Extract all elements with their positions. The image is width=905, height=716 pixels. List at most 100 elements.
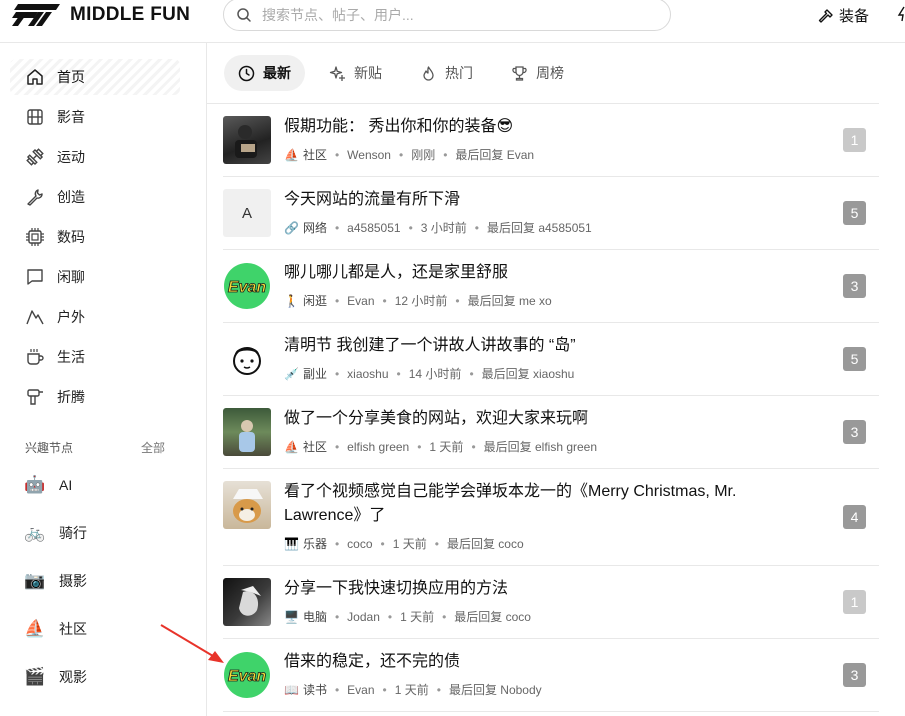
wrench-icon xyxy=(27,189,43,206)
topic-time: 1 天前 xyxy=(400,610,435,624)
avatar-photo-icon xyxy=(239,586,261,616)
topic-node[interactable]: 闲逛 xyxy=(303,292,327,309)
separator-dot: • xyxy=(334,439,340,454)
node-item-ai[interactable]: 🤖 AI xyxy=(24,470,72,500)
red-arrow-icon xyxy=(160,624,224,663)
topic-author[interactable]: Evan xyxy=(347,683,374,697)
topic-row[interactable]: 分享一下我快速切换应用的方法 🖥️ 电脑 • Jodan • 1 天前 • 最后回复 … xyxy=(223,566,879,639)
topic-row[interactable]: 清明节 我创建了一个讲故人讲故事的 “岛” 💉 副业 • xiaoshu • 14 … xyxy=(223,323,879,396)
separator-dot: • xyxy=(471,439,476,454)
topic-node[interactable]: 社区 xyxy=(303,146,327,163)
cartoon-face-icon xyxy=(233,347,261,375)
separator-dot: • xyxy=(380,536,385,551)
topic-row[interactable]: 做了一个分享美食的网站，欢迎大家来玩啊 ⛵ 社区 • elfish green • … xyxy=(223,396,879,469)
avatar[interactable] xyxy=(223,578,271,626)
tab-hot[interactable]: 热门 xyxy=(406,55,487,91)
tab-new[interactable]: 新贴 xyxy=(315,55,396,91)
sailboat-icon: ⛵ xyxy=(24,619,46,638)
avatar[interactable]: Evan xyxy=(223,651,271,699)
lightning-icon[interactable] xyxy=(897,6,905,22)
topic-author[interactable]: coco xyxy=(347,537,372,551)
topic-author[interactable]: Jodan xyxy=(347,610,380,624)
topic-time: 12 小时前 xyxy=(394,294,448,308)
topic-meta: 🎹 乐器 • coco • 1 天前 • 最后回复 coco xyxy=(284,535,524,552)
topic-time: 1 天前 xyxy=(392,537,427,551)
tab-weekly[interactable]: 周榜 xyxy=(497,55,578,91)
separator-dot: • xyxy=(408,220,413,235)
topic-time: 刚刚 xyxy=(411,148,436,162)
avatar[interactable] xyxy=(223,481,271,529)
tab-latest[interactable]: 最新 xyxy=(224,55,305,91)
separator-dot: • xyxy=(334,147,340,162)
node-item-label: AI xyxy=(59,477,73,493)
node-item-movies[interactable]: 🎬 观影 xyxy=(24,662,87,692)
topic-node[interactable]: 副业 xyxy=(303,365,327,382)
sidebar-item-home[interactable]: 首页 xyxy=(10,59,180,95)
topic-author[interactable]: xiaoshu xyxy=(347,367,388,381)
topic-row[interactable]: 假期功能： 秀出你和你的装备😎 ⛵ 社区 • Wenson • 刚刚 • 最后回复 E… xyxy=(223,104,879,177)
node-item-cycling[interactable]: 🚲 骑行 xyxy=(24,518,87,548)
avatar[interactable]: A xyxy=(223,189,271,237)
topic-row[interactable]: Evan 哪儿哪儿都是人，还是家里舒服 🚶 闲逛 • Evan • 12 小时前 • … xyxy=(223,250,879,323)
tab-label: 热门 xyxy=(445,65,473,81)
sidebar-item-film[interactable]: 影音 xyxy=(10,99,180,135)
cup-icon xyxy=(27,349,44,365)
sidebar-item-outdoor[interactable]: 户外 xyxy=(10,299,180,335)
topic-title[interactable]: 看了个视频感觉自己能学会弹坂本龙一的《Merry Christmas, Mr. … xyxy=(284,480,804,528)
topic-node[interactable]: 社区 xyxy=(303,438,327,455)
topic-author[interactable]: Wenson xyxy=(347,148,391,162)
gear-link[interactable]: 装备 xyxy=(818,5,869,26)
sidebar-item-create[interactable]: 创造 xyxy=(10,179,180,215)
separator-dot: • xyxy=(382,682,387,697)
node-item-label: 摄影 xyxy=(59,573,87,589)
avatar-photo-icon xyxy=(239,420,255,452)
topic-row[interactable]: 看了个视频感觉自己能学会弹坂本龙一的《Merry Christmas, Mr. … xyxy=(223,469,879,566)
topic-title[interactable]: 清明节 我创建了一个讲故人讲故事的 “岛” xyxy=(284,334,804,358)
search-input[interactable] xyxy=(262,6,642,23)
node-emoji-icon: 🎹 xyxy=(284,536,299,551)
topic-title[interactable]: 分享一下我快速切换应用的方法 xyxy=(284,577,804,601)
sidebar-item-tinker[interactable]: 折腾 xyxy=(10,379,180,415)
topic-row[interactable]: Evan 借来的稳定，还不完的债 📖 读书 • Evan • 1 天前 • 最后回复 … xyxy=(223,639,879,712)
topic-title[interactable]: 哪儿哪儿都是人，还是家里舒服 xyxy=(284,261,804,285)
reply-count-badge: 3 xyxy=(843,420,866,444)
topic-node[interactable]: 网络 xyxy=(303,219,327,236)
sidebar-item-chat[interactable]: 闲聊 xyxy=(10,259,180,295)
topic-title[interactable]: 今天网站的流量有所下滑 xyxy=(284,188,804,212)
topic-title[interactable]: 做了一个分享美食的网站，欢迎大家来玩啊 xyxy=(284,407,804,431)
node-emoji-icon: ⛵ xyxy=(284,439,299,454)
topic-title[interactable]: 借来的稳定，还不完的债 xyxy=(284,650,804,674)
reply-count-badge: 3 xyxy=(843,274,866,298)
topic-author[interactable]: Evan xyxy=(347,294,374,308)
sidebar-item-digital[interactable]: 数码 xyxy=(10,219,180,255)
sidebar-item-label: 闲聊 xyxy=(57,269,85,285)
topic-row[interactable]: A 今天网站的流量有所下滑 🔗 网络 • a4585051 • 3 小时前 • 最后回… xyxy=(223,177,879,250)
avatar-text: Evan xyxy=(228,668,266,685)
sidebar-item-life[interactable]: 生活 xyxy=(10,339,180,375)
chat-icon xyxy=(27,269,43,285)
topic-last-reply: 最后回复 elfish green xyxy=(483,440,598,454)
interest-nodes-all-link[interactable]: 全部 xyxy=(141,439,165,456)
reply-count-badge: 5 xyxy=(843,201,866,225)
topic-last-reply: 最后回复 me xo xyxy=(467,294,552,308)
node-item-photo[interactable]: 📷 摄影 xyxy=(24,566,87,596)
mountain-icon xyxy=(26,310,44,325)
avatar[interactable] xyxy=(223,408,271,456)
topic-meta: 💉 副业 • xiaoshu • 14 小时前 • 最后回复 xiaoshu xyxy=(284,365,574,382)
node-item-community[interactable]: ⛵ 社区 xyxy=(24,614,87,644)
avatar[interactable] xyxy=(223,335,271,383)
sidebar-item-sports[interactable]: 运动 xyxy=(10,139,180,175)
avatar[interactable] xyxy=(223,116,271,164)
topic-last-reply: 最后回复 xiaoshu xyxy=(481,367,575,381)
topic-author[interactable]: a4585051 xyxy=(347,221,400,235)
avatar[interactable]: Evan xyxy=(223,262,271,310)
topic-title[interactable]: 假期功能： 秀出你和你的装备😎 xyxy=(284,115,804,139)
topic-node[interactable]: 乐器 xyxy=(303,535,327,552)
separator-dot: • xyxy=(469,366,474,381)
logo[interactable]: MIDDLE FUN xyxy=(12,4,190,26)
topic-node[interactable]: 电脑 xyxy=(303,608,327,625)
sidebar-item-label: 运动 xyxy=(57,149,85,165)
topic-author[interactable]: elfish green xyxy=(347,440,409,454)
topic-node[interactable]: 读书 xyxy=(303,681,327,698)
search-bar[interactable] xyxy=(223,0,671,31)
